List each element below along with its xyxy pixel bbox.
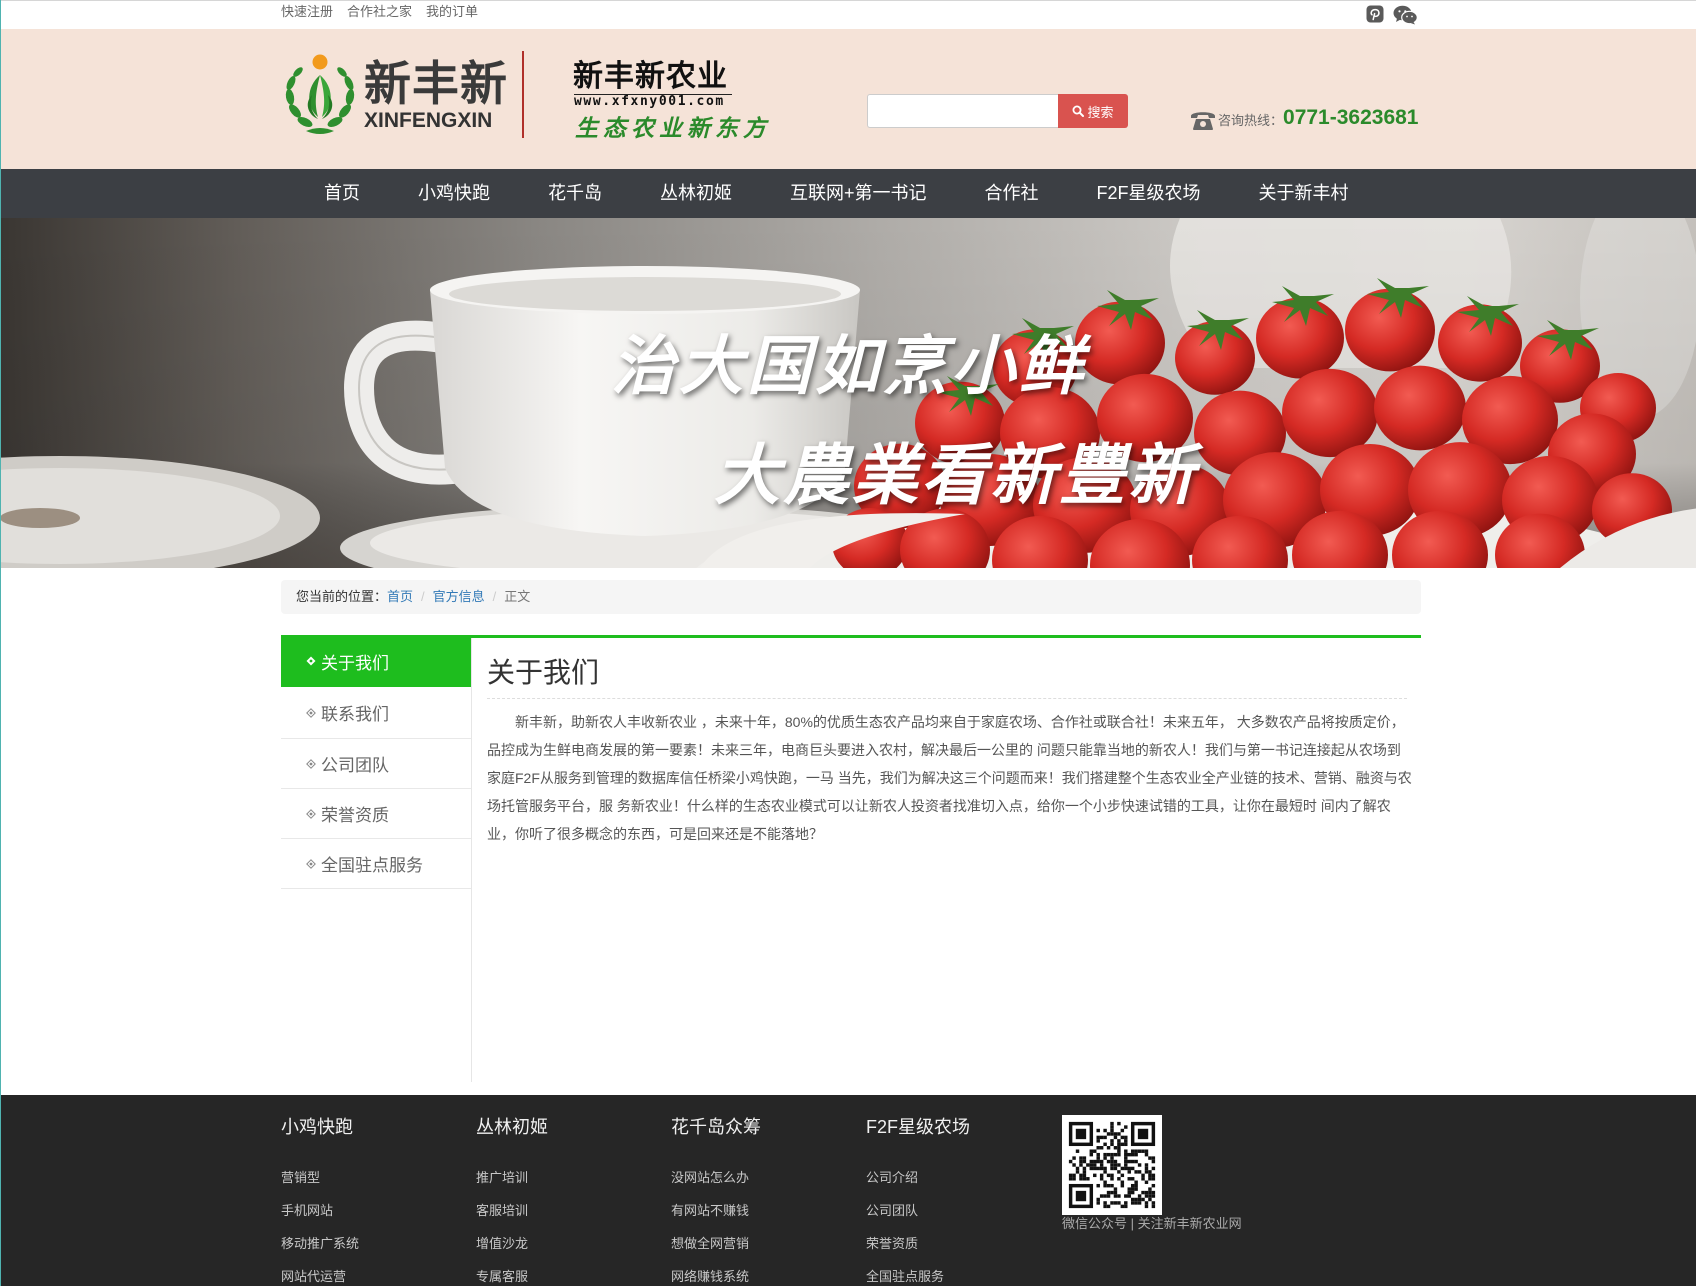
footer-column-title: 花千岛众筹 [671,1117,761,1137]
footer-link[interactable]: 专属客服 [476,1269,528,1285]
hero-banner: 治大国如烹小鲜 大農業看新豐新 [0,218,1696,568]
diamond-bullet-icon [306,656,316,666]
breadcrumb-home[interactable]: 首页 [387,589,413,604]
diamond-bullet-icon [306,808,316,819]
strawberry [1282,368,1378,458]
breadcrumb-prefix: 您当前的位置： [296,589,388,604]
register-link[interactable]: 快速注册 [281,1,333,23]
sidebar-item-label: 全国驻点服务 [321,856,423,875]
site-header: 新丰新 XINFENGXIN 新丰新农业 www.xfxny001.com 生态… [0,29,1696,169]
nav-about-village[interactable]: 关于新丰村 [1259,169,1349,218]
breadcrumb-official-info[interactable]: 官方信息 [433,589,485,604]
strawberry [1374,365,1466,451]
search-icon [1072,105,1085,117]
footer-link[interactable]: 全国驻点服务 [866,1269,944,1285]
brand-slogan: 生态农业新东方 [575,115,771,142]
diamond-bullet-icon [306,858,316,869]
sidebar-item-label: 关于我们 [321,653,389,673]
site-footer: 小鸡快跑 营销型 手机网站 移动推广系统 网站代运营 丛林初姬 推广培训 客服培… [0,1095,1696,1286]
breadcrumb-separator: / [421,589,425,604]
sidebar-divider [471,638,472,1082]
footer-link[interactable]: 网络赚钱系统 [671,1269,749,1285]
cooperative-home-link[interactable]: 合作社之家 [347,1,412,23]
footer-link[interactable]: 客服培训 [476,1203,528,1219]
breadcrumb: 您当前的位置：首页 / 官方信息 / 正文 [281,580,1421,614]
brand-title: 新丰新农业 [573,60,728,93]
article-title-rule [487,698,1407,699]
footer-link[interactable]: 网站代运营 [281,1269,346,1285]
sidebar-item-contact[interactable]: 联系我们 [281,687,471,739]
footer-link[interactable]: 公司团队 [866,1203,918,1219]
sidebar-item-honors[interactable]: 荣誉资质 [281,789,471,839]
banner-slogan-line1: 治大国如烹小鲜 [611,329,1087,404]
sidebar-item-label: 荣誉资质 [321,806,389,825]
footer-link[interactable]: 手机网站 [281,1203,333,1219]
diamond-bullet-icon [306,758,316,769]
footer-column-huaqiandao: 花千岛众筹 没网站怎么办 有网站不赚钱 想做全网营销 网络赚钱系统 [671,1095,851,1286]
main-nav: 首页 小鸡快跑 花千岛 丛林初姬 互联网+第一书记 合作社 F2F星级农场 关于… [0,169,1696,218]
nav-conglin[interactable]: 丛林初姬 [660,169,732,218]
footer-link[interactable]: 有网站不赚钱 [671,1203,749,1219]
hotline-number: 0771-3623681 [1283,106,1419,129]
logo-pinyin[interactable]: XINFENGXIN [364,109,492,133]
logo-divider [522,51,524,138]
nav-f2f-farm[interactable]: F2F星级农场 [1097,169,1201,218]
sidebar-item-label: 联系我们 [321,705,389,724]
sidebar-item-team[interactable]: 公司团队 [281,739,471,789]
nav-internet-secretary[interactable]: 互联网+第一书记 [790,169,927,218]
footer-link[interactable]: 增值沙龙 [476,1236,528,1252]
nav-huaqiandao[interactable]: 花千岛 [548,169,602,218]
breadcrumb-separator: / [492,589,497,604]
footer-column-title: F2F星级农场 [866,1117,971,1137]
footer-link[interactable]: 荣誉资质 [866,1236,918,1252]
wechat-icon[interactable] [1393,5,1418,25]
breadcrumb-current: 正文 [504,589,531,604]
diamond-bullet-icon [306,707,316,718]
nav-home[interactable]: 首页 [324,169,360,218]
my-orders-link[interactable]: 我的订单 [426,1,478,23]
top-links: 快速注册 合作社之家 我的订单 [281,1,478,23]
top-bar: 快速注册 合作社之家 我的订单 [0,0,1696,29]
footer-link[interactable]: 推广培训 [476,1170,528,1186]
search-input[interactable] [867,94,1059,128]
wechat-qr-code [1062,1115,1162,1215]
logo-text[interactable]: 新丰新 [364,58,508,110]
footer-column-f2f: F2F星级农场 公司介绍 公司团队 荣誉资质 全国驻点服务 [866,1095,1046,1286]
search-button-label: 搜索 [1087,104,1114,120]
sidebar-item-service-points[interactable]: 全国驻点服务 [281,839,471,889]
footer-link[interactable]: 营销型 [281,1170,320,1186]
footer-link[interactable]: 公司介绍 [866,1170,918,1186]
wreath-logo-icon[interactable] [276,51,364,139]
nav-xiaoji[interactable]: 小鸡快跑 [418,169,490,218]
article-body: 新丰新，助新农人丰收新农业 ，未来十年，80%的优质生态农产品均来自于家庭农场、… [487,714,1412,842]
footer-link[interactable]: 想做全网营销 [671,1236,749,1252]
page-edge [0,0,1,1286]
qr-caption: 微信公众号 | 关注新丰新农业网 [1062,1216,1242,1231]
hotline: 咨询热线： 0771-3623681 [1190,101,1418,131]
brand-url: www.xfxny001.com [574,94,725,109]
footer-column-conglin: 丛林初姬 推广培训 客服培训 增值沙龙 专属客服 [476,1095,656,1286]
nav-cooperative[interactable]: 合作社 [985,169,1039,218]
footer-column-title: 丛林初姬 [476,1117,548,1137]
telephone-icon [1191,112,1215,130]
sidebar-item-about[interactable]: 关于我们 [281,635,471,687]
footer-link[interactable]: 移动推广系统 [281,1236,359,1252]
hotline-label: 咨询热线： [1218,113,1284,128]
banner-slogan-line2: 大農業看新豐新 [714,436,1197,514]
footer-column-xiaoji: 小鸡快跑 营销型 手机网站 移动推广系统 网站代运营 [281,1095,461,1286]
footer-link[interactable]: 没网站怎么办 [671,1170,749,1186]
footer-column-title: 小鸡快跑 [281,1117,353,1137]
search-button[interactable]: 搜索 [1058,94,1128,128]
pinterest-icon[interactable] [1366,5,1384,23]
article-title: 关于我们 [487,657,600,688]
sidebar-item-label: 公司团队 [321,756,389,775]
